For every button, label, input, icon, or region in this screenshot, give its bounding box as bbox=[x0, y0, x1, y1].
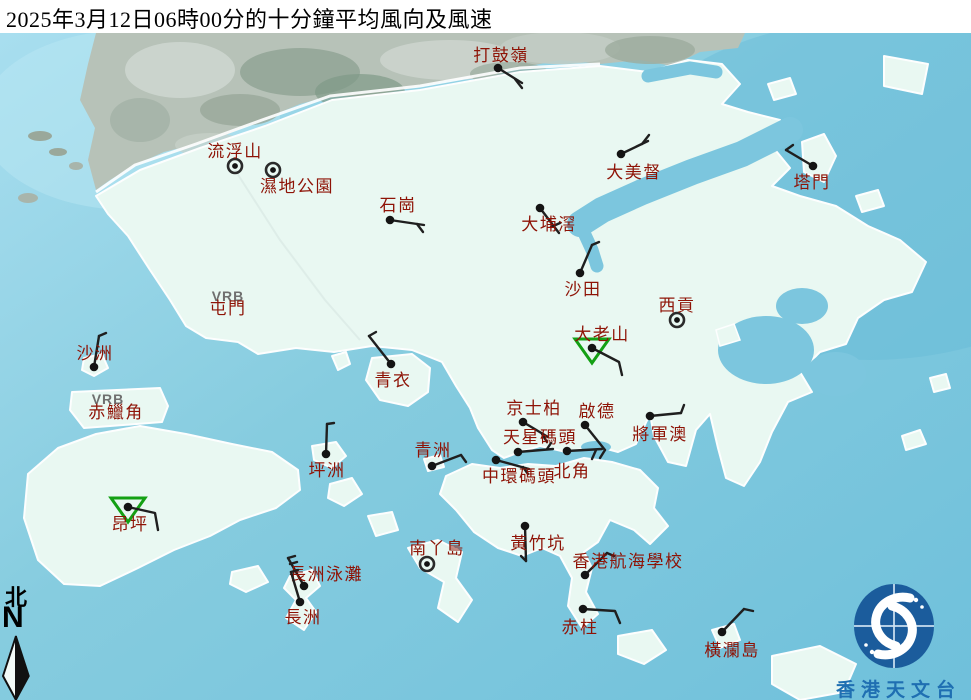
station-dot-icon bbox=[588, 344, 597, 353]
station-dot-icon bbox=[576, 269, 585, 278]
station-label: 坪洲 bbox=[309, 461, 346, 480]
station-dot-icon bbox=[536, 204, 545, 213]
station-dot-icon bbox=[90, 363, 99, 372]
station-label: 長洲 bbox=[285, 608, 322, 627]
station-label: 橫瀾島 bbox=[704, 641, 760, 660]
map-title: 2025年3月12日06時00分的十分鐘平均風向及風速 bbox=[6, 2, 971, 34]
station-label: 塔門 bbox=[794, 173, 831, 192]
hko-logo-icon bbox=[826, 576, 971, 672]
station-dot-icon bbox=[809, 162, 818, 171]
compass-north-letter: N bbox=[2, 601, 24, 635]
station-label: 赤鱲角 bbox=[88, 403, 144, 422]
station-dot-icon bbox=[124, 503, 133, 512]
wind-barb-icon bbox=[327, 423, 334, 424]
station-label: 赤柱 bbox=[562, 618, 599, 637]
station-dot-icon bbox=[322, 450, 331, 459]
station-label: 西貢 bbox=[659, 296, 696, 315]
station-label: 黃竹坑 bbox=[510, 534, 566, 553]
station-label: 大美督 bbox=[606, 163, 662, 182]
station-dot-icon bbox=[387, 360, 396, 369]
wind-map-page: 打鼓嶺流浮山濕地公園石崗大美督塔門大埔滘沙田VRB屯門西貢大老山沙洲VRB赤鱲角… bbox=[0, 0, 971, 700]
station-label: 濕地公園 bbox=[260, 177, 334, 196]
station-dot-icon bbox=[718, 628, 727, 637]
station-label: 大老山 bbox=[574, 325, 630, 344]
title-bar: 2025年3月12日06時00分的十分鐘平均風向及風速 bbox=[0, 0, 971, 33]
station-dot-icon bbox=[646, 412, 655, 421]
station-dot-icon bbox=[519, 418, 528, 427]
station-label: 石崗 bbox=[380, 196, 417, 215]
station-label: 京士柏 bbox=[506, 399, 562, 418]
station-label: 大埔滘 bbox=[521, 215, 577, 234]
station-label: 流浮山 bbox=[207, 142, 263, 161]
station-dot-icon bbox=[514, 448, 523, 457]
station-label: 將軍澳 bbox=[632, 425, 688, 444]
station-label: 中環碼頭 bbox=[482, 467, 556, 486]
station-dot-icon bbox=[617, 150, 626, 159]
station-label: 屯門 bbox=[210, 299, 247, 318]
station-label: 昂坪 bbox=[112, 515, 149, 534]
station-label: 北角 bbox=[554, 462, 591, 481]
station-label: 沙洲 bbox=[77, 344, 114, 363]
station-label: 青衣 bbox=[375, 371, 412, 390]
station-label: 南丫島 bbox=[409, 539, 465, 558]
station-dot-icon bbox=[579, 605, 588, 614]
station-dot-icon bbox=[581, 571, 590, 580]
station-label: 打鼓嶺 bbox=[473, 46, 529, 65]
station-label: 香港航海學校 bbox=[573, 552, 684, 571]
calm-dot-icon bbox=[232, 163, 238, 169]
station-dot-icon bbox=[563, 447, 572, 456]
hko-name-cn: 香港天文台 bbox=[826, 675, 971, 700]
station-dot-icon bbox=[521, 522, 530, 531]
station-dot-icon bbox=[428, 462, 437, 471]
station-tuen-mun: VRB屯門 bbox=[210, 288, 247, 318]
station-dot-icon bbox=[296, 598, 305, 607]
calm-dot-icon bbox=[270, 167, 276, 173]
station-label: 長洲泳灘 bbox=[289, 565, 363, 584]
station-label: 天星碼頭 bbox=[503, 428, 577, 447]
hko-logo-block: 香港天文台 HONG KONG OBSERVATORY bbox=[826, 576, 971, 700]
station-dot-icon bbox=[386, 216, 395, 225]
station-dot-icon bbox=[581, 421, 590, 430]
station-dot-icon bbox=[492, 456, 501, 465]
calm-dot-icon bbox=[424, 561, 430, 567]
station-label: 沙田 bbox=[565, 280, 602, 299]
starling-inlet bbox=[648, 68, 716, 76]
station-label: 青洲 bbox=[415, 441, 452, 460]
station-label: 啟德 bbox=[579, 402, 616, 421]
calm-dot-icon bbox=[674, 317, 680, 323]
wind-barb-icon bbox=[326, 424, 327, 454]
